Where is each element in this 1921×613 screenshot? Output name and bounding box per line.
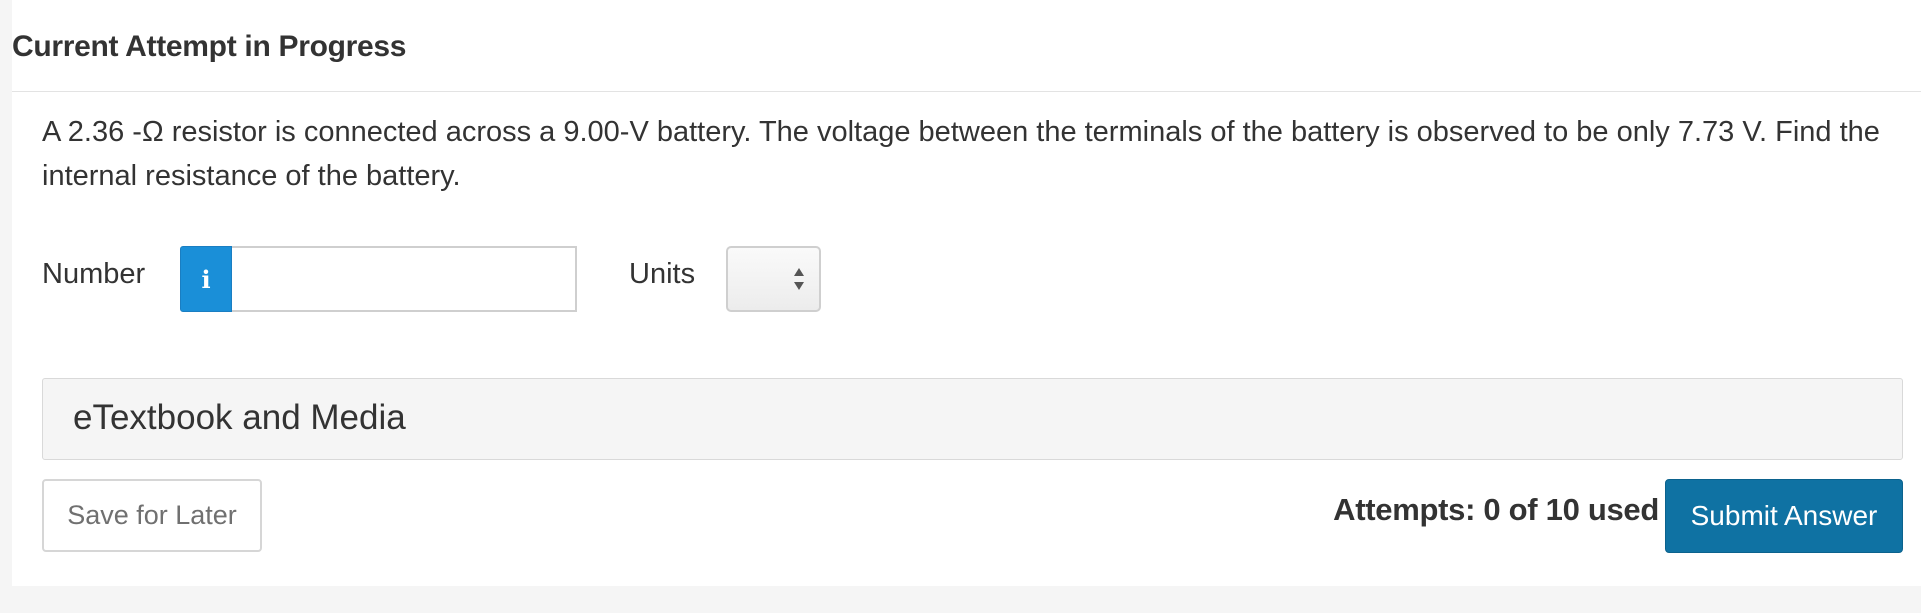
answer-row: Number i Units — [42, 246, 942, 313]
info-icon-glyph: i — [201, 264, 211, 294]
save-for-later-button[interactable]: Save for Later — [42, 479, 262, 552]
etextbook-media-toggle[interactable]: eTextbook and Media — [42, 378, 1903, 460]
etextbook-media-label: eTextbook and Media — [73, 398, 406, 437]
units-select[interactable] — [726, 246, 821, 312]
units-label: Units — [629, 258, 696, 290]
page-title: Current Attempt in Progress — [12, 30, 407, 63]
up-down-arrows-icon — [794, 268, 804, 290]
attempts-counter: Attempts: 0 of 10 used — [1333, 492, 1659, 527]
question-card: Current Attempt in Progress A 2.36 -Ω re… — [12, 0, 1921, 586]
info-icon[interactable]: i — [180, 246, 232, 312]
number-input[interactable] — [232, 246, 577, 312]
question-text: A 2.36 -Ω resistor is connected across a… — [42, 116, 1880, 192]
submit-answer-button[interactable]: Submit Answer — [1665, 479, 1903, 553]
number-label: Number — [42, 258, 146, 290]
header: Current Attempt in Progress — [12, 0, 1921, 92]
